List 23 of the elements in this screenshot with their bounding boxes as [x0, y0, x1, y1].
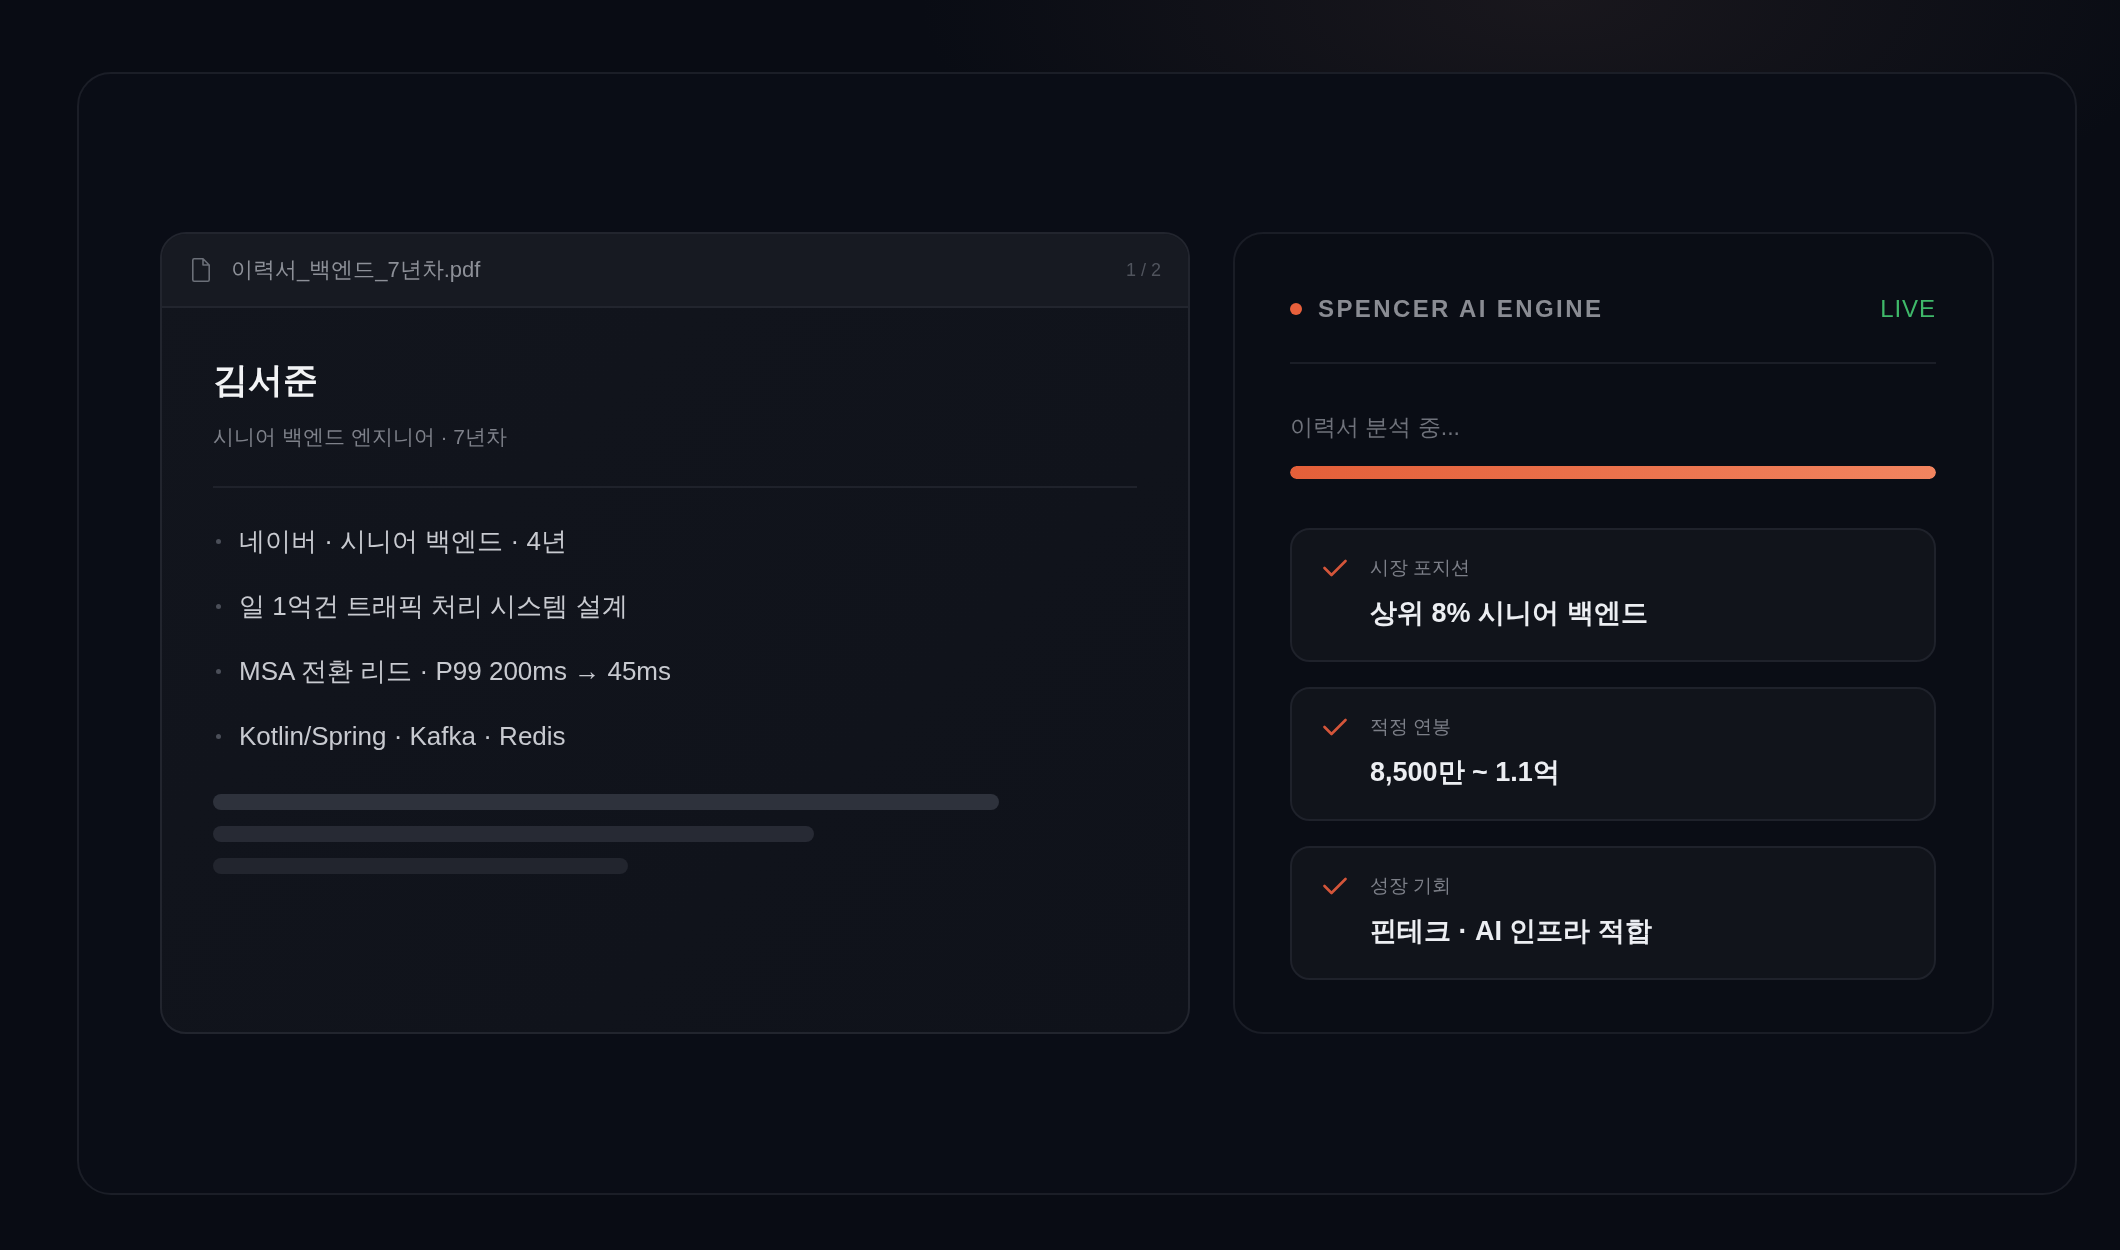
engine-title: SPENCER AI ENGINE: [1318, 295, 1604, 323]
page-indicator: 1 / 2: [1125, 259, 1161, 281]
file-icon: [192, 258, 210, 282]
result-value: 상위 8% 시니어 백엔드: [1370, 597, 1648, 630]
highlight-text: 네이버 · 시니어 백엔드 · 4년: [239, 525, 567, 558]
status-label: LIVE: [1880, 295, 1936, 323]
bullet-icon: [216, 603, 221, 609]
candidate-name: 김서준: [213, 359, 318, 401]
highlight-text: 일 1억건 트래픽 처리 시스템 설계: [239, 590, 628, 623]
result-label: 시장 포지션: [1370, 556, 1471, 580]
result-value: 8,500만 ~ 1.1억: [1370, 756, 1560, 789]
result-label: 성장 기회: [1370, 874, 1452, 898]
bullet-icon: [216, 733, 221, 739]
candidate-title: 시니어 백엔드 엔지니어 · 7년차: [213, 424, 507, 450]
bullet-icon: [216, 538, 221, 544]
task-text: 이력서 분석 중...: [1290, 413, 1460, 442]
result-value: 핀테크 · AI 인프라 적합: [1370, 915, 1652, 948]
result-label: 적정 연봉: [1370, 715, 1452, 739]
highlight-text: MSA 전환 리드 · P99 200ms → 45ms: [239, 655, 671, 688]
highlight-text: Kotlin/Spring · Kafka · Redis: [239, 720, 566, 753]
bullet-icon: [216, 668, 221, 674]
status-dot-icon: [1290, 303, 1302, 315]
file-name: 이력서_백엔드_7년차.pdf: [231, 256, 481, 284]
